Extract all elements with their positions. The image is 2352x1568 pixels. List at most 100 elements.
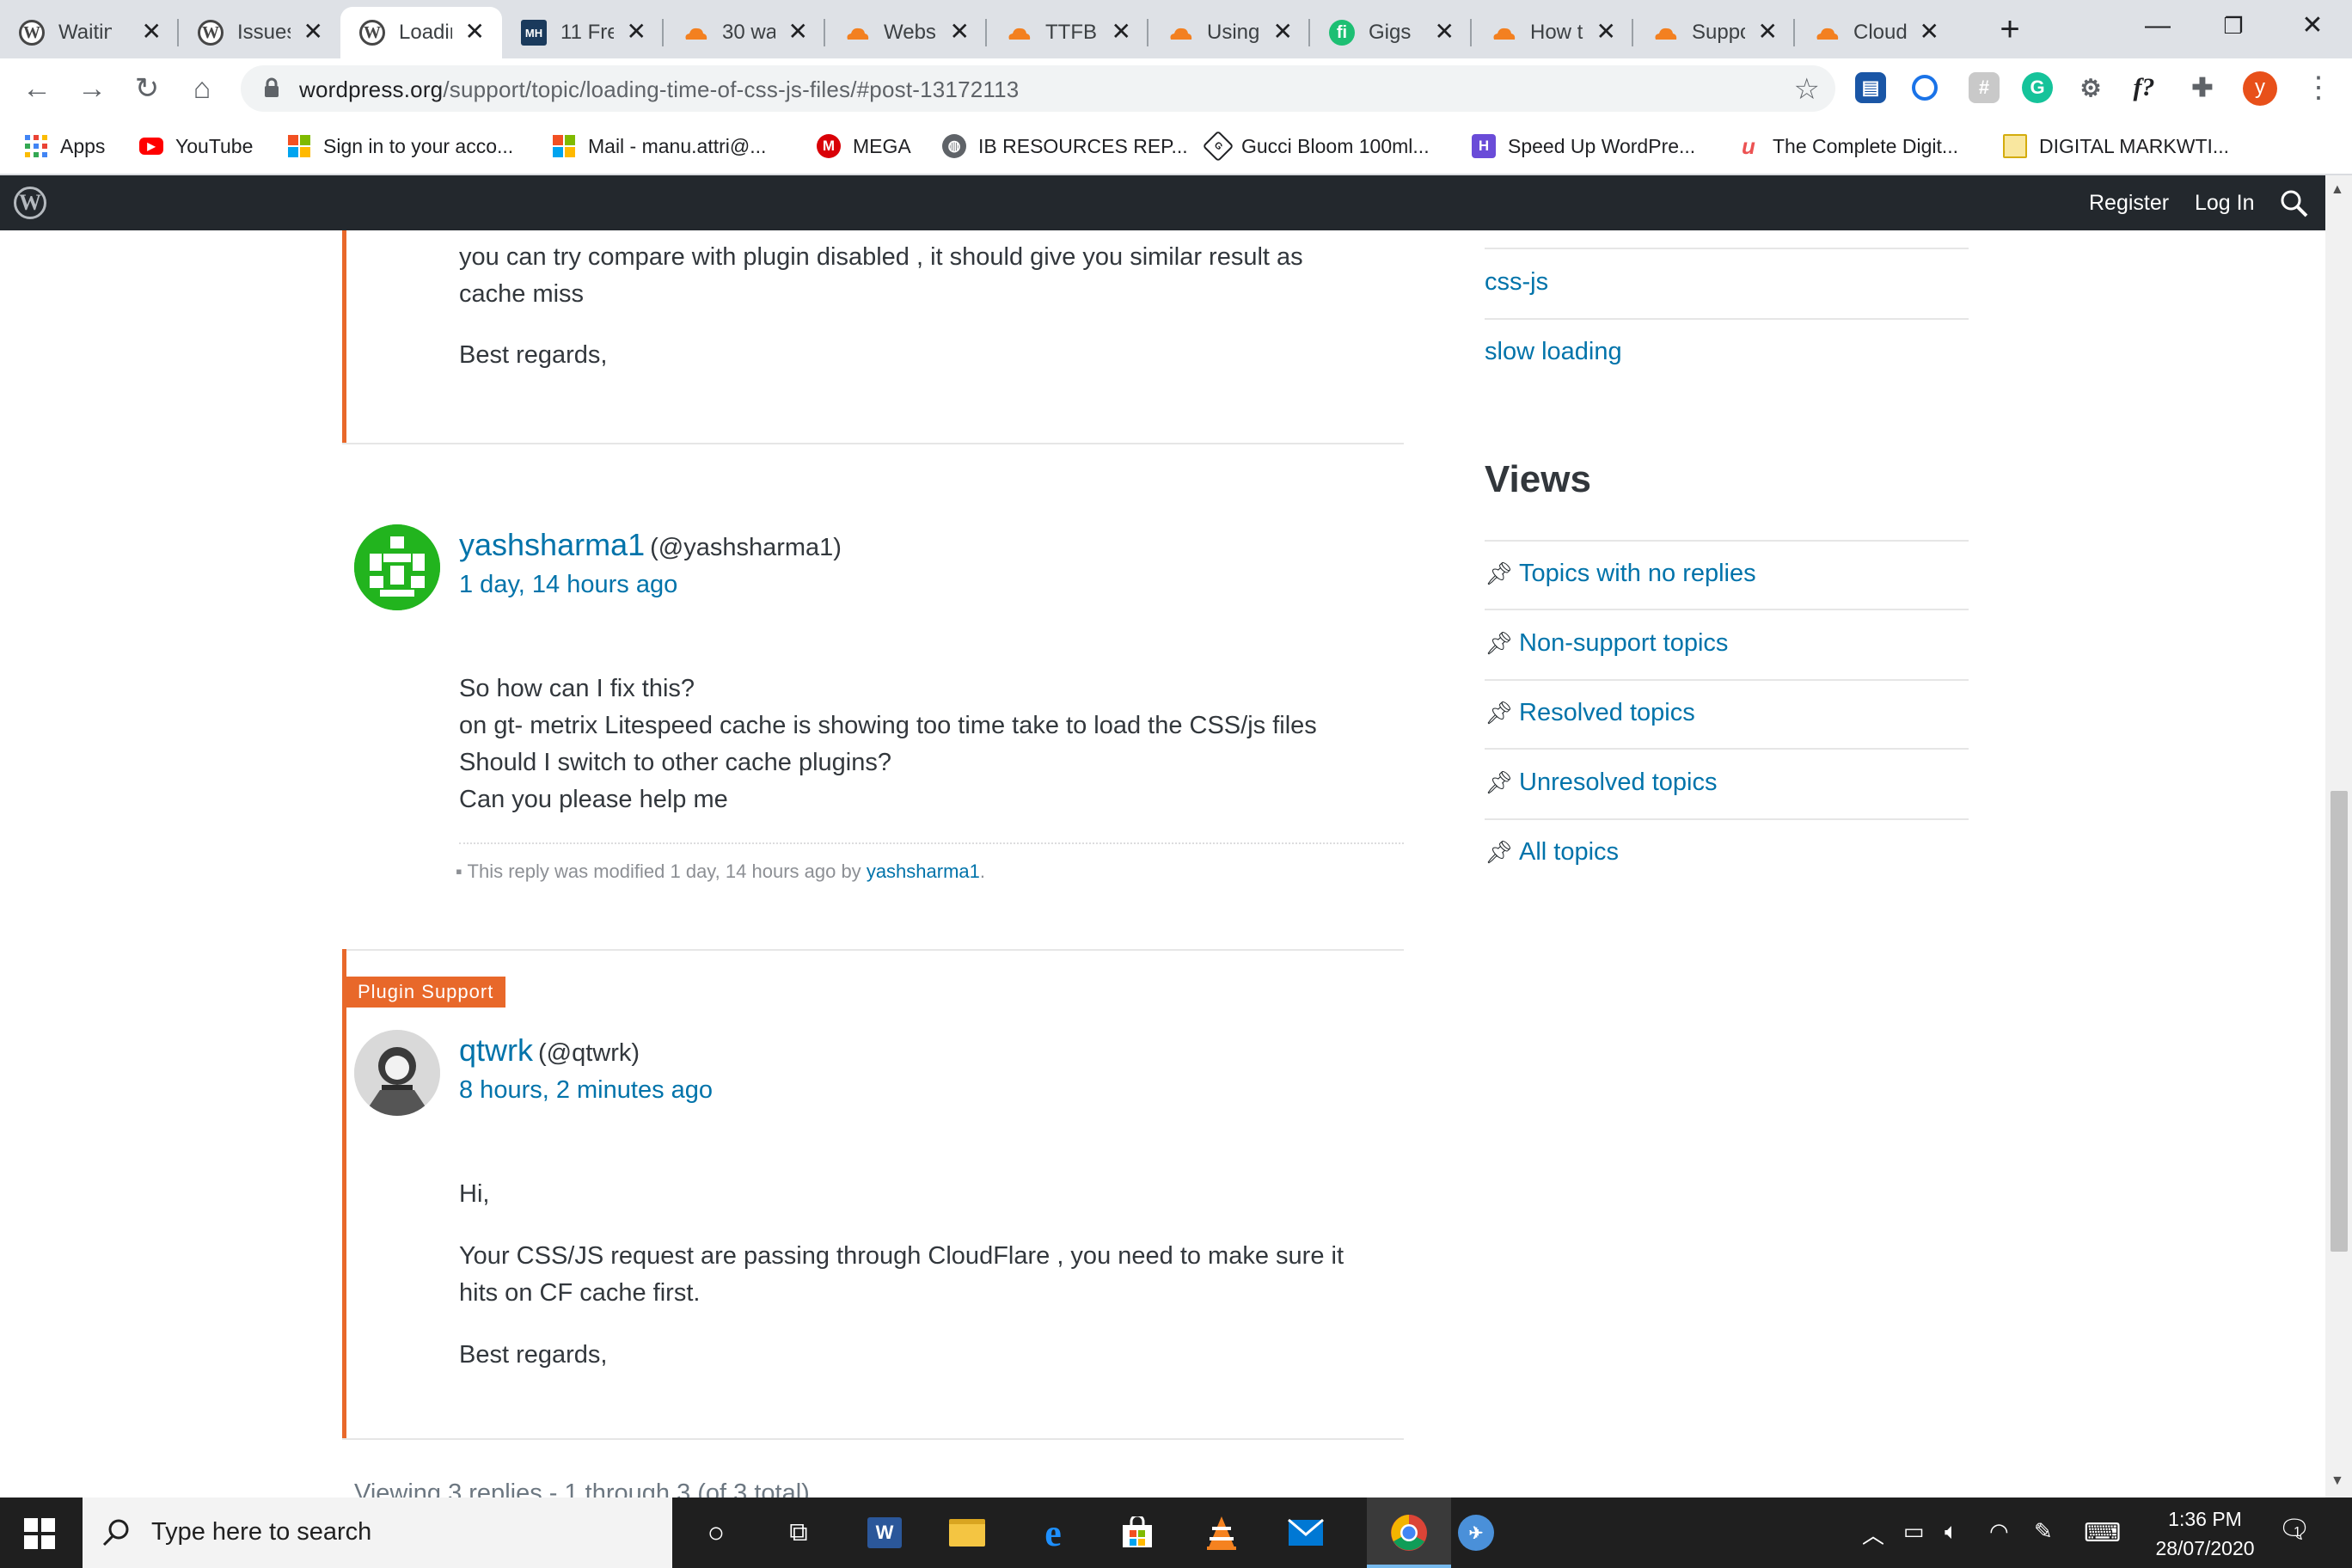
chrome-taskbar-button[interactable]	[1367, 1498, 1451, 1568]
extension-icon[interactable]: ⚙	[2075, 72, 2106, 103]
close-icon[interactable]: ✕	[950, 19, 970, 45]
wordpress-logo-icon[interactable]: W	[14, 187, 46, 219]
puzzle-icon[interactable]: ✚	[2187, 72, 2218, 103]
bookmark-mail[interactable]: Mail - manu.attri@...	[552, 131, 766, 162]
reload-button[interactable]: ↻	[127, 69, 167, 108]
address-bar[interactable]: wordpress.org/support/topic/loading-time…	[241, 65, 1835, 112]
modified-by-link[interactable]: yashsharma1	[867, 861, 980, 882]
login-link[interactable]: Log In	[2195, 191, 2255, 216]
tab-loading[interactable]: W Loading ✕	[340, 7, 502, 58]
bookmark-mega[interactable]: M MEGA	[817, 131, 911, 162]
page-scrollbar[interactable]: ▲ ▼	[2325, 175, 2352, 1498]
author-name[interactable]: yashsharma1 (@yashsharma1)	[459, 527, 842, 563]
new-tab-button[interactable]: +	[1990, 10, 2030, 50]
task-view-icon[interactable]: ⧉	[777, 1511, 820, 1554]
home-button[interactable]: ⌂	[182, 69, 222, 108]
tab-ttfb[interactable]: TTFB ✕	[987, 7, 1148, 58]
keyboard-icon[interactable]: ⌨	[2084, 1518, 2121, 1548]
view-link-non-support[interactable]: 📌︎ Non-support topics	[1485, 629, 1728, 658]
close-icon[interactable]: ✕	[1596, 19, 1616, 45]
extension-icon[interactable]: #	[1969, 72, 2000, 103]
file-explorer-icon[interactable]	[946, 1511, 989, 1554]
search-extension-icon[interactable]	[1912, 75, 1938, 101]
mail-icon[interactable]	[1284, 1511, 1327, 1554]
close-icon[interactable]: ✕	[788, 19, 808, 45]
tab-using[interactable]: Using ✕	[1148, 7, 1310, 58]
restore-button[interactable]: ❐	[2208, 5, 2259, 46]
notification-icon[interactable]: 🗨︎ 1	[2278, 1515, 2311, 1545]
bookmark-youtube[interactable]: ▶ YouTube	[139, 131, 253, 162]
bookmark-apps[interactable]: Apps	[24, 131, 105, 162]
bookmark-gucci[interactable]: G Gucci Bloom 100ml...	[1202, 130, 1430, 162]
bookmark-speed-up[interactable]: H Speed Up WordPre...	[1472, 131, 1695, 162]
taskbar-clock[interactable]: 1:36 PM 28/07/2020	[2141, 1504, 2269, 1563]
view-link-no-replies[interactable]: 📌︎ Topics with no replies	[1485, 560, 1756, 588]
kebab-menu-icon[interactable]: ⋮	[2304, 70, 2333, 105]
close-window-button[interactable]: ✕	[2287, 5, 2338, 46]
minimize-button[interactable]: —	[2132, 5, 2184, 46]
store-icon[interactable]	[1116, 1511, 1159, 1554]
app-globe-icon[interactable]: ✈	[1455, 1511, 1498, 1554]
word-icon[interactable]: W	[863, 1511, 906, 1554]
tab-11-free[interactable]: MH 11 Free ✕	[502, 7, 664, 58]
tab-issues[interactable]: W Issues ✕	[179, 7, 340, 58]
sidebar-divider	[1485, 679, 1969, 681]
extension-icon[interactable]: ▤	[1855, 72, 1886, 103]
close-icon[interactable]: ✕	[1435, 19, 1455, 45]
chevron-up-icon[interactable]: ︿	[1862, 1518, 1884, 1550]
view-link-all-topics[interactable]: 📌︎ All topics	[1485, 838, 1619, 867]
close-icon[interactable]: ✕	[1920, 19, 1939, 45]
windows-start-icon[interactable]	[24, 1518, 55, 1549]
tag-link-slow-loading[interactable]: slow loading	[1485, 338, 1622, 366]
close-icon[interactable]: ✕	[142, 19, 162, 45]
tab-website[interactable]: Website ✕	[825, 7, 987, 58]
tab-support[interactable]: Support ✕	[1633, 7, 1795, 58]
close-icon[interactable]: ✕	[1112, 19, 1131, 45]
scroll-down-icon[interactable]: ▼	[2331, 1473, 2344, 1489]
udemy-icon: u	[1742, 132, 1755, 159]
cloudflare-icon	[1652, 20, 1678, 46]
author-name[interactable]: qtwrk (@qtwrk)	[459, 1032, 640, 1069]
avatar[interactable]	[354, 1030, 440, 1116]
whatfont-icon[interactable]: f?	[2128, 72, 2159, 103]
tab-gigs[interactable]: fi Gigs ✕	[1310, 7, 1472, 58]
post-timestamp-link[interactable]: 1 day, 14 hours ago	[459, 571, 677, 599]
cortana-icon[interactable]: ○	[695, 1511, 738, 1554]
vlc-icon[interactable]	[1200, 1511, 1243, 1554]
taskbar-search-box[interactable]: Type here to search	[83, 1498, 672, 1568]
close-icon[interactable]: ✕	[1758, 19, 1778, 45]
grammarly-icon[interactable]: G	[2022, 72, 2053, 103]
forward-button[interactable]: →	[72, 69, 112, 108]
volume-icon[interactable]: 🔈︎	[1945, 1518, 1958, 1546]
tag-link-css-js[interactable]: css-js	[1485, 268, 1548, 297]
tab-waiting[interactable]: W Waiting ✕	[0, 7, 179, 58]
edge-icon[interactable]: e	[1032, 1511, 1075, 1554]
tab-30-ways[interactable]: 30 ways ✕	[664, 7, 825, 58]
bookmark-digital-folder[interactable]: DIGITAL MARKWTI...	[2003, 131, 2229, 162]
register-link[interactable]: Register	[2089, 191, 2169, 216]
view-link-unresolved[interactable]: 📌︎ Unresolved topics	[1485, 769, 1718, 797]
bookmark-complete-digital[interactable]: u The Complete Digit...	[1736, 131, 1958, 162]
tab-how-to[interactable]: How to ✕	[1472, 7, 1633, 58]
back-button[interactable]: ←	[17, 69, 57, 108]
profile-avatar[interactable]: y	[2243, 71, 2277, 106]
close-icon[interactable]: ✕	[627, 19, 646, 45]
close-icon[interactable]: ✕	[303, 19, 323, 45]
bookmark-sign-in[interactable]: Sign in to your acco...	[287, 131, 513, 162]
close-icon[interactable]: ✕	[1273, 19, 1293, 45]
pen-icon[interactable]: ✎	[2034, 1518, 2053, 1545]
bookmark-star-icon[interactable]: ☆	[1794, 72, 1820, 107]
close-icon[interactable]: ✕	[465, 19, 485, 45]
battery-icon[interactable]: ▭	[1903, 1518, 1925, 1545]
cloudflare-icon	[844, 20, 870, 46]
post-text: Your CSS/JS request are passing through …	[459, 1242, 1344, 1270]
scroll-thumb[interactable]	[2331, 791, 2348, 1252]
scroll-up-icon[interactable]: ▲	[2331, 182, 2344, 198]
search-icon[interactable]	[2280, 189, 2309, 218]
tab-cloudflare[interactable]: Cloudflare ✕	[1795, 7, 1957, 58]
avatar[interactable]	[354, 524, 440, 610]
post-timestamp-link[interactable]: 8 hours, 2 minutes ago	[459, 1076, 713, 1105]
bookmark-ib-resources[interactable]: ◍ IB RESOURCES REP...	[942, 131, 1188, 162]
view-link-resolved[interactable]: 📌︎ Resolved topics	[1485, 699, 1695, 727]
wifi-icon[interactable]: ◠	[1989, 1518, 2009, 1545]
